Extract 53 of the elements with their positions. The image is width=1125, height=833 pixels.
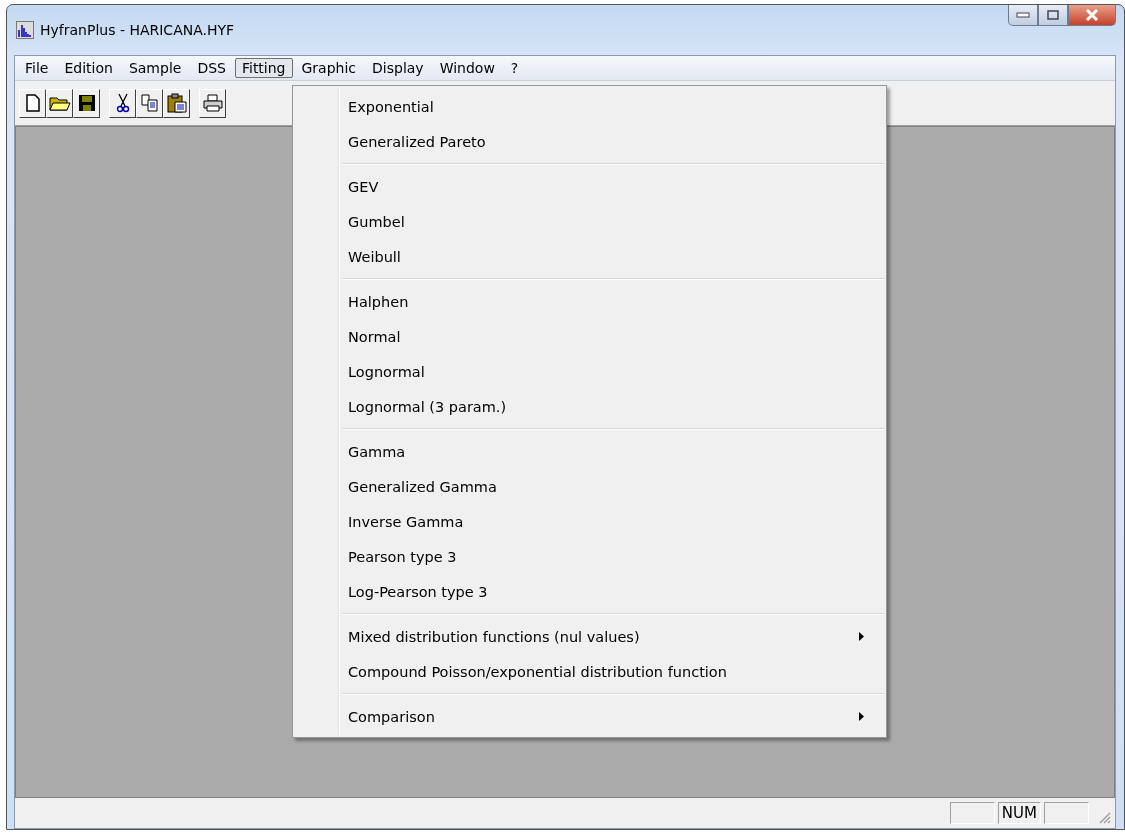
menu-option[interactable]: Lognormal [295, 354, 884, 389]
maximize-button[interactable] [1038, 5, 1068, 26]
close-icon [1085, 9, 1099, 21]
menu-option[interactable]: Normal [295, 319, 884, 354]
resize-grip-icon[interactable] [1097, 810, 1111, 824]
close-button[interactable] [1068, 5, 1116, 26]
menu-item[interactable]: Edition [57, 58, 120, 78]
copy-icon [140, 94, 159, 112]
maximize-icon [1047, 10, 1059, 20]
menu-option[interactable]: Generalized Gamma [295, 469, 884, 504]
submenu-arrow-icon [859, 712, 864, 721]
printer-icon [202, 94, 223, 112]
menu-option[interactable]: GEV [295, 169, 884, 204]
status-pane [1044, 802, 1089, 824]
menu-item[interactable]: Graphic [294, 58, 364, 78]
menu-item[interactable]: Sample [121, 58, 189, 78]
menu-option[interactable]: Weibull [295, 239, 884, 274]
clipboard-icon [166, 93, 187, 113]
menu-option[interactable]: Exponential [295, 89, 884, 124]
status-pane [949, 802, 995, 824]
menu-item[interactable]: File [18, 58, 56, 78]
menu-option[interactable]: Compound Poisson/exponential distribution function [295, 654, 884, 689]
scissors-icon [115, 93, 130, 113]
menu-option[interactable]: Pearson type 3 [295, 539, 884, 574]
folder-icon [48, 94, 71, 112]
menu-option[interactable]: Comparison [295, 699, 884, 734]
app-icon [16, 21, 34, 39]
menu-option[interactable]: Gamma [295, 434, 884, 469]
toolbar-button[interactable] [199, 88, 226, 118]
menu-item[interactable]: ? [503, 58, 526, 78]
toolbar-button[interactable] [46, 88, 73, 118]
menu-option[interactable]: Lognormal (3 param.) [295, 389, 884, 424]
toolbar-button[interactable] [19, 88, 46, 118]
toolbar-button[interactable] [109, 88, 136, 118]
minimize-icon [1016, 12, 1030, 18]
menu-option[interactable]: Inverse Gamma [295, 504, 884, 539]
toolbar-button[interactable] [136, 88, 163, 118]
menu-option[interactable]: Log-Pearson type 3 [295, 574, 884, 609]
menu-option[interactable]: Generalized Pareto [295, 124, 884, 159]
menu-option[interactable]: Gumbel [295, 204, 884, 239]
toolbar-button[interactable] [163, 88, 190, 118]
menu-item[interactable]: Display [365, 58, 431, 78]
window-title: HyfranPlus - HARICANA.HYF [40, 22, 235, 38]
minimize-button[interactable] [1008, 5, 1038, 26]
submenu-arrow-icon [859, 632, 864, 641]
menu-item[interactable]: DSS [190, 58, 233, 78]
new-file-icon [24, 94, 41, 112]
menu-item[interactable]: Fitting [234, 58, 293, 78]
menu-option[interactable]: Halphen [295, 284, 884, 319]
menu-item[interactable]: Window [432, 58, 502, 78]
toolbar-button[interactable] [73, 88, 100, 118]
status-indicator: NUM [997, 802, 1041, 824]
menu-option[interactable]: Mixed distribution functions (nul values) [295, 619, 884, 654]
